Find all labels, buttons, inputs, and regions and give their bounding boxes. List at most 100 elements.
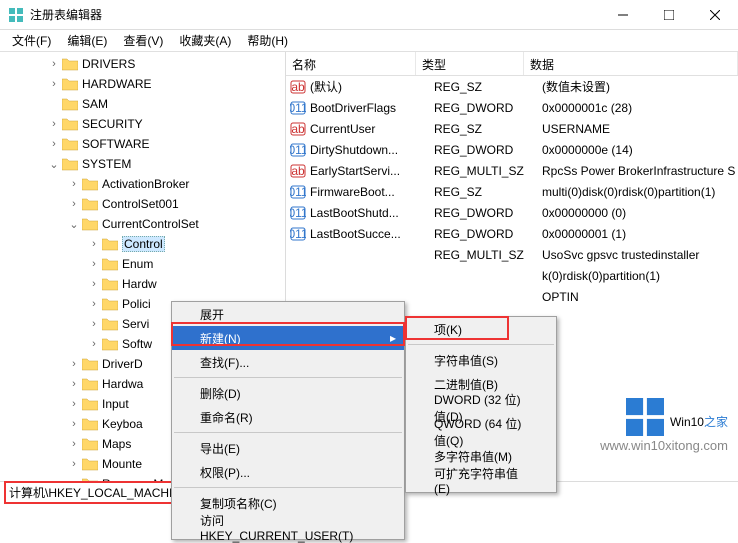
menu-view[interactable]: 查看(V) — [115, 30, 171, 51]
tree-item[interactable]: ›ActivationBroker — [0, 174, 285, 194]
value-data: multi(0)disk(0)rdisk(0)partition(1) — [542, 185, 738, 199]
tree-item[interactable]: ⌄ CurrentControlSet — [0, 214, 285, 234]
context-menu-label: 访问 HKEY_CURRENT_USER(T) — [200, 512, 374, 543]
tree-item-label: DRIVERS — [82, 57, 135, 71]
context-menu-item[interactable]: 访问 HKEY_CURRENT_USER(T) — [172, 515, 404, 539]
tree-item-label: Softw — [122, 337, 152, 351]
context-menu-label: 展开 — [200, 306, 224, 323]
expand-toggle-icon[interactable]: › — [68, 178, 80, 190]
expand-toggle-icon[interactable]: › — [68, 198, 80, 210]
expand-toggle-icon[interactable]: › — [88, 298, 100, 310]
value-type: REG_MULTI_SZ — [434, 248, 542, 262]
tree-item[interactable]: › DRIVERS — [0, 54, 285, 74]
menu-bar: 文件(F) 编辑(E) 查看(V) 收藏夹(A) 帮助(H) — [0, 30, 738, 52]
tree-item-label: Hardwa — [102, 377, 143, 391]
list-row[interactable]: 011BootDriverFlagsREG_DWORD0x0000001c (2… — [286, 97, 738, 118]
value-type: REG_SZ — [434, 185, 542, 199]
watermark-url: www.win10xitong.com — [600, 438, 728, 453]
menu-help[interactable]: 帮助(H) — [239, 30, 296, 51]
watermark: Win10之家 www.win10xitong.com — [600, 398, 728, 453]
list-row[interactable]: 011DirtyShutdown...REG_DWORD0x0000000e (… — [286, 139, 738, 160]
expand-toggle-icon[interactable]: › — [68, 478, 80, 481]
expand-toggle-icon[interactable]: › — [68, 458, 80, 470]
tree-item-label: Keyboa — [102, 417, 143, 431]
list-row[interactable]: 011LastBootShutd...REG_DWORD0x00000000 (… — [286, 202, 738, 223]
svg-text:011: 011 — [290, 227, 306, 241]
context-menu-item[interactable]: QWORD (64 位)值(Q) — [406, 420, 556, 444]
expand-toggle-icon[interactable]: ⌄ — [68, 218, 80, 231]
context-menu-label: 二进制值(B) — [434, 376, 498, 393]
maximize-button[interactable] — [646, 0, 692, 30]
expand-toggle-icon[interactable]: › — [88, 278, 100, 290]
tree-item[interactable]: SAM — [0, 94, 285, 114]
menu-separator — [174, 377, 402, 378]
list-row[interactable]: REG_MULTI_SZUsoSvc gpsvc trustedinstalle… — [286, 244, 738, 265]
tree-item-label: HARDWARE — [82, 77, 152, 91]
minimize-button[interactable] — [600, 0, 646, 30]
context-menu-item[interactable]: 查找(F)... — [172, 350, 404, 374]
tree-item-label: DriverD — [102, 357, 143, 371]
tree-item[interactable]: › HARDWARE — [0, 74, 285, 94]
expand-toggle-icon[interactable]: › — [48, 118, 60, 130]
tree-item-label: CurrentControlSet — [102, 217, 199, 231]
value-data: UsoSvc gpsvc trustedinstaller — [542, 248, 738, 262]
value-data: (数值未设置) — [542, 78, 738, 95]
expand-toggle-icon[interactable]: › — [68, 398, 80, 410]
context-menu-item[interactable]: 权限(P)... — [172, 460, 404, 484]
context-menu-item[interactable]: 项(K) — [406, 317, 556, 341]
column-data[interactable]: 数据 — [524, 52, 738, 75]
tree-item[interactable]: ›SOFTWARE — [0, 134, 285, 154]
windows-logo-icon — [626, 398, 664, 436]
tree-item[interactable]: ⌄SYSTEM — [0, 154, 285, 174]
menu-file[interactable]: 文件(F) — [4, 30, 59, 51]
context-menu-label: 复制项名称(C) — [200, 495, 277, 512]
list-row[interactable]: ab(默认)REG_SZ(数值未设置) — [286, 76, 738, 97]
tree-item-label: Enum — [122, 257, 153, 271]
tree-item-label: SAM — [82, 97, 108, 111]
expand-toggle-icon[interactable]: › — [88, 258, 100, 270]
column-type[interactable]: 类型 — [416, 52, 524, 75]
list-row[interactable]: 011LastBootSucce...REG_DWORD0x00000001 (… — [286, 223, 738, 244]
list-row[interactable]: k(0)rdisk(0)partition(1) — [286, 265, 738, 286]
tree-item[interactable]: ›Control — [0, 234, 285, 254]
list-row[interactable]: 011FirmwareBoot...REG_SZmulti(0)disk(0)r… — [286, 181, 738, 202]
value-name: BootDriverFlags — [310, 101, 434, 115]
tree-item[interactable]: ›SECURITY — [0, 114, 285, 134]
expand-toggle-icon[interactable]: › — [48, 138, 60, 150]
expand-toggle-icon[interactable]: › — [48, 78, 60, 90]
expand-toggle-icon[interactable]: › — [68, 438, 80, 450]
value-data: OPTIN — [542, 290, 738, 304]
list-row[interactable]: abEarlyStartServi...REG_MULTI_SZRpcSs Po… — [286, 160, 738, 181]
expand-toggle-icon[interactable]: ⌄ — [48, 158, 60, 171]
value-type: REG_SZ — [434, 80, 542, 94]
expand-toggle-icon[interactable]: › — [88, 238, 100, 250]
context-menu-item[interactable]: 新建(N)▸ — [172, 326, 404, 350]
close-button[interactable] — [692, 0, 738, 30]
tree-item[interactable]: › Enum — [0, 254, 285, 274]
expand-toggle-icon[interactable]: › — [68, 418, 80, 430]
value-data: 0x0000000e (14) — [542, 143, 738, 157]
expand-toggle-icon[interactable]: › — [88, 338, 100, 350]
list-row[interactable]: abCurrentUserREG_SZUSERNAME — [286, 118, 738, 139]
tree-item[interactable]: ›Hardw — [0, 274, 285, 294]
context-menu-label: 字符串值(S) — [434, 352, 498, 369]
window-title: 注册表编辑器 — [30, 6, 600, 23]
tree-item[interactable]: ›ControlSet001 — [0, 194, 285, 214]
expand-toggle-icon[interactable]: › — [68, 358, 80, 370]
menu-edit[interactable]: 编辑(E) — [59, 30, 115, 51]
context-menu-item[interactable]: 可扩充字符串值(E) — [406, 468, 556, 492]
value-name: LastBootSucce... — [310, 227, 434, 241]
expand-toggle-icon[interactable]: › — [68, 378, 80, 390]
value-name: FirmwareBoot... — [310, 185, 434, 199]
context-menu-item[interactable]: 字符串值(S) — [406, 348, 556, 372]
menu-favorites[interactable]: 收藏夹(A) — [171, 30, 239, 51]
context-menu-item[interactable]: 导出(E) — [172, 436, 404, 460]
context-menu-item[interactable]: 展开 — [172, 302, 404, 326]
context-menu-label: 项(K) — [434, 321, 462, 338]
expand-toggle-icon[interactable]: › — [48, 58, 60, 70]
value-data: 0x00000000 (0) — [542, 206, 738, 220]
column-name[interactable]: 名称 — [286, 52, 416, 75]
expand-toggle-icon[interactable]: › — [88, 318, 100, 330]
value-data: 0x0000001c (28) — [542, 101, 738, 115]
value-name: CurrentUser — [310, 122, 434, 136]
